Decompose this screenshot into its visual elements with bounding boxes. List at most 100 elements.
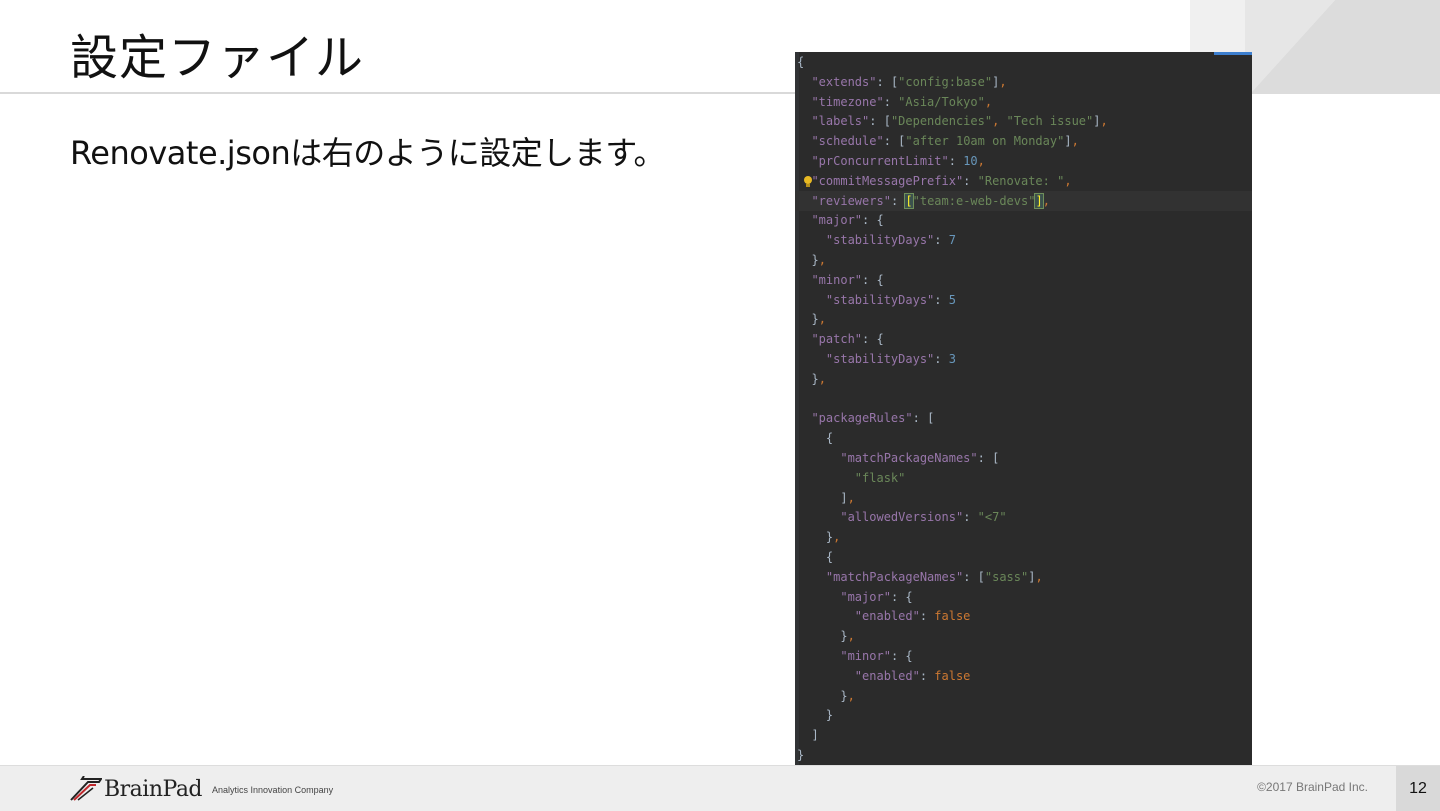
code-line: "patch": {: [795, 329, 1252, 349]
code-token: ]: [1064, 134, 1072, 149]
code-token: :: [948, 154, 964, 168]
code-token: }: [811, 312, 819, 327]
code-token: "matchPackageNames": [825, 569, 964, 584]
code-line: "matchPackageNames": ["sass"],: [795, 567, 1252, 587]
copyright-text: ©2017 BrainPad Inc.: [1257, 780, 1368, 794]
code-token: :: [890, 193, 906, 208]
code-token: ,: [847, 490, 855, 505]
code-line-text: "matchPackageNames": [: [797, 448, 999, 468]
code-line: },: [795, 686, 1252, 706]
code-line: "minor": {: [795, 646, 1252, 666]
code-line: },: [795, 369, 1252, 389]
code-token: "Dependencies": [890, 114, 993, 129]
code-token: "team:e-web-devs": [912, 193, 1036, 208]
code-token: "commitMessagePrefix": [811, 173, 964, 188]
code-line: ]: [795, 725, 1252, 745]
code-line: "enabled": false: [795, 606, 1252, 626]
code-token: :: [912, 411, 928, 426]
code-token: false: [934, 668, 971, 683]
code-token: :: [876, 74, 891, 89]
code-token: ,: [977, 154, 985, 168]
code-token: :: [890, 649, 906, 663]
code-line: "reviewers": ["team:e-web-devs"],: [795, 190, 1252, 211]
logo-wordmark: BrainPad: [104, 776, 203, 802]
code-line-text: "stabilityDays": 5: [797, 290, 956, 310]
code-token: "packageRules": [811, 411, 913, 426]
code-token: 3: [948, 352, 956, 366]
code-token: ]: [1034, 192, 1044, 209]
code-token: {: [876, 213, 884, 228]
logo-tagline: Analytics Innovation Company: [212, 785, 334, 795]
code-line-text: },: [797, 250, 825, 270]
code-token: }: [811, 253, 819, 267]
code-line: "stabilityDays": 3: [795, 349, 1252, 369]
code-token: [: [977, 569, 985, 584]
code-token: }: [797, 748, 805, 762]
code-line-text: "extends": ["config:base"],: [797, 72, 1007, 92]
code-token: "flask": [854, 470, 906, 485]
code-line: ],: [795, 488, 1252, 508]
code-line-text: "reviewers": ["team:e-web-devs"],: [797, 191, 1050, 211]
code-line: {: [795, 52, 1252, 72]
code-token: ,: [818, 371, 826, 386]
code-token: "labels": [811, 114, 870, 129]
code-token: ,: [999, 74, 1007, 89]
code-token: false: [934, 609, 971, 624]
code-token: :: [963, 173, 978, 188]
code-token: "minor": [840, 649, 891, 663]
code-token: :: [862, 272, 877, 287]
brainpad-logo-icon: [70, 776, 102, 801]
code-token: "extends": [811, 74, 877, 89]
code-line: },: [795, 309, 1252, 329]
code-line-text: },: [797, 369, 826, 389]
code-line: "enabled": false: [795, 666, 1252, 686]
code-line-text: }: [797, 705, 833, 725]
code-line: "major": {: [795, 587, 1252, 607]
code-line-text: "minor": {: [797, 270, 884, 290]
code-token: ,: [847, 629, 855, 644]
code-token: :: [862, 332, 877, 347]
code-token: "matchPackageNames": [840, 451, 978, 465]
code-line-text: "enabled": false: [797, 606, 971, 626]
code-token: [: [883, 114, 891, 129]
code-line: },: [795, 527, 1252, 547]
code-line-text: },: [797, 686, 854, 706]
slide-body-text: Renovate.jsonは右のように設定します。: [70, 134, 666, 172]
code-token: "major": [840, 589, 891, 604]
code-line-text: "major": {: [797, 210, 884, 230]
code-line: "extends": ["config:base"],: [795, 72, 1252, 92]
code-line: "prConcurrentLimit": 10,: [795, 151, 1252, 171]
code-line-text: },: [797, 626, 855, 646]
code-token: "prConcurrentLimit": [811, 154, 949, 168]
page-number: 12: [1396, 766, 1440, 811]
code-line-text: {: [797, 547, 833, 567]
code-line: }: [795, 745, 1252, 765]
code-token: :: [934, 352, 949, 366]
code-token: {: [876, 272, 884, 287]
code-token: ,: [1035, 569, 1043, 584]
code-line-text: ]: [797, 725, 818, 745]
code-line: },: [795, 626, 1252, 646]
code-line: "stabilityDays": 5: [795, 290, 1252, 310]
code-token: "allowedVersions": [840, 510, 964, 525]
code-token: {: [797, 55, 805, 69]
code-line: "stabilityDays": 7: [795, 230, 1252, 250]
code-token: :: [934, 292, 949, 307]
code-line: {: [795, 428, 1252, 448]
code-token: ,: [1100, 114, 1108, 129]
